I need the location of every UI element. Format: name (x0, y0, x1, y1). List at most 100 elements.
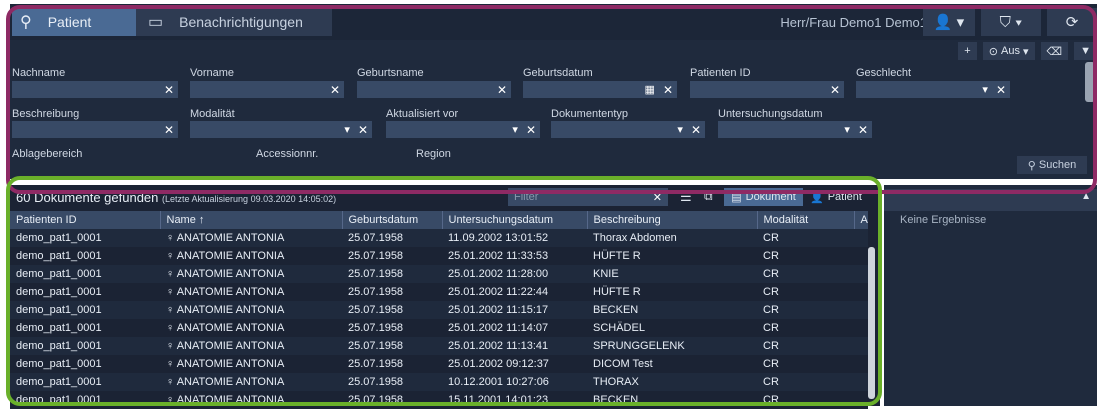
cell-modality: CR (757, 265, 854, 283)
clear-icon[interactable]: ✕ (996, 83, 1006, 97)
table-row[interactable]: demo_pat1_0001 ♀ ANATOMIE ANTONIA 25.07.19… (10, 337, 868, 355)
toggle-document[interactable]: ▤ Dokument (724, 188, 803, 206)
geburtsdatum-field[interactable]: ▦ ✕ (523, 81, 677, 98)
nachname-field[interactable]: ✕ (12, 81, 178, 98)
cell-empty (854, 283, 868, 301)
geburtsname-field[interactable]: ✕ (357, 81, 511, 98)
clear-icon[interactable]: ✕ (526, 123, 536, 137)
cell-name: ♀ ANATOMIE ANTONIA (160, 265, 342, 283)
female-icon: ♀ (166, 394, 177, 406)
cell-name: ♀ ANATOMIE ANTONIA (160, 337, 342, 355)
search-button-label: Suchen (1038, 159, 1077, 171)
table-row[interactable]: demo_pat1_0001 ♀ ANATOMIE ANTONIA 25.07.19… (10, 247, 868, 265)
table-row[interactable]: demo_pat1_0001 ♀ ANATOMIE ANTONIA 25.07.19… (10, 283, 868, 301)
results-filter-input[interactable]: Filter ✕ (508, 188, 668, 206)
tab-notifications-label: Benachrichtigungen (179, 14, 303, 30)
results-body: demo_pat1_0001 ♀ ANATOMIE ANTONIA 25.07.19… (10, 229, 868, 409)
col-name[interactable]: Name ↑ (160, 211, 343, 229)
menu-icon[interactable]: ☰ (680, 189, 692, 205)
clear-icon[interactable]: ✕ (691, 123, 701, 137)
backspace-icon: ⌫ (1046, 45, 1063, 58)
clear-icon[interactable]: ✕ (330, 83, 340, 97)
cell-name-text: ANATOMIE ANTONIA (176, 268, 285, 280)
patienten-id-field[interactable]: ✕ (690, 81, 844, 98)
aktualisiert-vor-select[interactable]: ▾ ✕ (386, 121, 540, 138)
clear-icon[interactable]: ✕ (858, 123, 868, 137)
label-untersuchungsdatum: Untersuchungsdatum (718, 108, 823, 120)
filter-placeholder: Filter (514, 191, 539, 203)
cell-exam-date: 25.01.2002 11:28:00 (442, 265, 587, 283)
label-geburtsdatum: Geburtsdatum (523, 67, 593, 79)
clear-icon[interactable]: ✕ (653, 191, 662, 204)
collapse-button[interactable]: ▼ (1074, 42, 1097, 60)
table-row[interactable]: demo_pat1_0001 ♀ ANATOMIE ANTONIA 25.07.19… (10, 319, 868, 337)
add-filter-button[interactable]: + (958, 42, 977, 60)
preview-panel: ▲ Keine Ergebnisse (884, 185, 1097, 406)
results-table: Patienten ID Name ↑ Geburtsdatum Untersu… (10, 211, 868, 409)
cell-empty (854, 301, 868, 319)
clear-icon[interactable]: ✕ (497, 83, 507, 97)
cell-empty (854, 337, 868, 355)
label-vorname: Vorname (190, 67, 235, 79)
chevron-up-icon[interactable]: ▲ (1081, 191, 1091, 202)
calendar-icon[interactable]: ▦ (645, 83, 655, 96)
table-row[interactable]: demo_pat1_0001 ♀ ANATOMIE ANTONIA 25.07.19… (10, 373, 868, 391)
female-icon: ♀ (166, 376, 177, 388)
cell-exam-date: 11.09.2002 13:01:52 (442, 229, 587, 247)
dokumententyp-select[interactable]: ▾ ✕ (551, 121, 705, 138)
clear-icon[interactable]: ✕ (830, 83, 840, 97)
refresh-button[interactable]: ⟳ (1047, 8, 1097, 36)
female-icon: ♀ (166, 304, 177, 316)
female-icon: ♀ (166, 358, 177, 370)
clear-icon[interactable]: ✕ (358, 123, 368, 137)
user-menu-button[interactable]: 👤 ▾ (923, 8, 975, 36)
col-geburtsdatum[interactable]: Geburtsdatum (342, 211, 443, 229)
copy-icon[interactable]: ⧉ (704, 189, 713, 204)
cell-empty (854, 319, 868, 337)
cell-birthdate: 25.07.1958 (342, 265, 442, 283)
results-scrollbar[interactable] (868, 247, 875, 399)
aus-dropdown[interactable]: ⊙ Aus ▾ (982, 42, 1035, 60)
label-dokumententyp: Dokumententyp (551, 108, 629, 120)
cell-patient-id: demo_pat1_0001 (10, 265, 160, 283)
col-a[interactable]: A (854, 211, 868, 229)
filter-scrollbar[interactable] (1085, 62, 1095, 102)
chevron-down-icon: ▼ (1080, 45, 1091, 57)
toggle-patient[interactable]: 👤 Patient (805, 188, 867, 206)
document-icon: ▤ (731, 191, 742, 204)
cell-patient-id: demo_pat1_0001 (10, 301, 160, 319)
clear-icon[interactable]: ✕ (164, 123, 174, 137)
cell-birthdate: 25.07.1958 (342, 391, 442, 409)
security-menu-button[interactable]: ⛉ ▾ (981, 8, 1041, 36)
cell-name: ♀ ANATOMIE ANTONIA (160, 283, 342, 301)
cell-birthdate: 25.07.1958 (342, 247, 442, 265)
vorname-field[interactable]: ✕ (190, 81, 344, 98)
modalitaet-select[interactable]: ▾ ✕ (190, 121, 372, 138)
cell-name: ♀ ANATOMIE ANTONIA (160, 355, 342, 373)
table-row[interactable]: demo_pat1_0001 ♀ ANATOMIE ANTONIA 25.07.19… (10, 265, 868, 283)
col-beschreibung[interactable]: Beschreibung (587, 211, 758, 229)
col-patienten-id[interactable]: Patienten ID (10, 211, 161, 229)
clear-filter-button[interactable]: ⌫ (1040, 42, 1069, 60)
col-name-label: Name (166, 214, 196, 226)
clear-icon[interactable]: ✕ (164, 83, 174, 97)
cell-modality: CR (757, 355, 854, 373)
tab-patient[interactable]: ⚲ Patient (12, 8, 136, 36)
table-row[interactable]: demo_pat1_0001 ♀ ANATOMIE ANTONIA 25.07.19… (10, 391, 868, 409)
table-row[interactable]: demo_pat1_0001 ♀ ANATOMIE ANTONIA 25.07.19… (10, 301, 868, 319)
col-untersuchungsdatum[interactable]: Untersuchungsdatum (442, 211, 588, 229)
cell-empty (854, 373, 868, 391)
clear-icon[interactable]: ✕ (663, 83, 673, 97)
table-row[interactable]: demo_pat1_0001 ♀ ANATOMIE ANTONIA 25.07.19… (10, 229, 868, 247)
geschlecht-select[interactable]: ▾ ✕ (856, 81, 1010, 98)
col-modalitaet[interactable]: Modalität (757, 211, 855, 229)
untersuchungsdatum-select[interactable]: ▾ ✕ (718, 121, 872, 138)
beschreibung-field[interactable]: ✕ (12, 121, 178, 138)
cell-modality: CR (757, 337, 854, 355)
tab-notifications[interactable]: ▭ Benachrichtigungen (136, 8, 332, 36)
cell-description: SCHÄDEL (587, 319, 757, 337)
user-icon: 👤 ▾ (933, 14, 965, 31)
table-row[interactable]: demo_pat1_0001 ♀ ANATOMIE ANTONIA 25.07.19… (10, 355, 868, 373)
search-button[interactable]: ⚲ Suchen (1017, 156, 1087, 174)
female-icon: ♀ (166, 250, 177, 262)
